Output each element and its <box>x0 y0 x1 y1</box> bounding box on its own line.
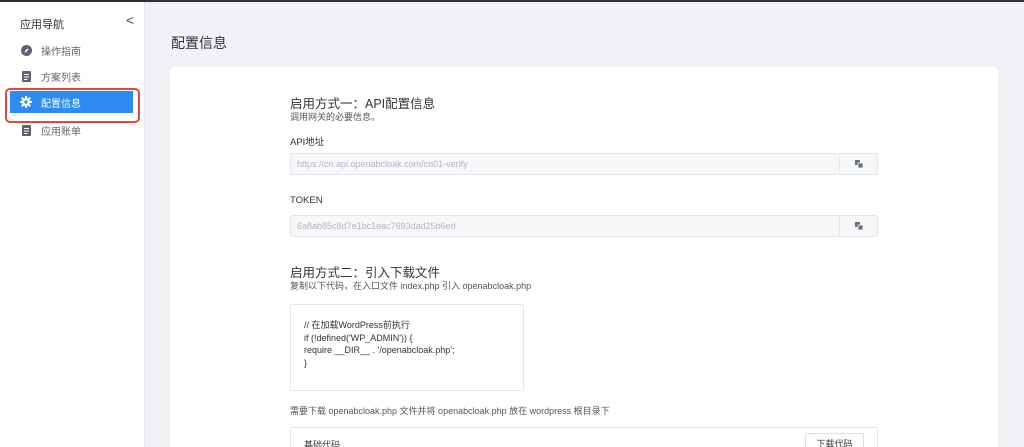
copy-icon <box>854 160 863 168</box>
copy-api-button[interactable] <box>839 154 877 174</box>
sidebar-item-guide[interactable]: 操作指南 <box>10 39 133 61</box>
page-title: 配置信息 <box>171 35 227 51</box>
api-field[interactable]: https://cn.api.openabcloak.com/cn01-veri… <box>290 153 878 175</box>
top-bar <box>0 0 1024 2</box>
document-icon <box>20 70 32 82</box>
sidebar-item-label: 方案列表 <box>41 72 81 84</box>
code-snippet: // 在加载WordPress前执行 if (!defined('WP_ADMI… <box>290 304 524 391</box>
document-icon <box>20 124 32 136</box>
sidebar-item-label: 应用账单 <box>41 126 81 138</box>
download-note: 需要下载 openabcloak.php 文件并将 openabcloak.ph… <box>290 406 610 416</box>
token-label: TOKEN <box>290 195 323 206</box>
sidebar-item-plans[interactable]: 方案列表 <box>10 65 133 87</box>
compass-icon <box>20 44 32 56</box>
code-line: require __DIR__ . '/openabcloak.php'; <box>304 345 455 355</box>
base-code-label: 基础代码 <box>304 440 341 447</box>
config-card: 启用方式一：API配置信息 调用网关的必要信息。 API地址 https://c… <box>170 67 998 447</box>
collapse-sidebar-icon[interactable]: < <box>126 12 134 28</box>
sidebar-item-label: 操作指南 <box>41 46 81 58</box>
sidebar: 应用导航 < 操作指南 方案列表 配置信息 应用账单 <box>0 2 145 447</box>
copy-token-button[interactable] <box>839 216 877 236</box>
copy-icon <box>854 222 863 230</box>
sidebar-heading: 应用导航 <box>20 19 64 31</box>
code-line: } <box>304 357 308 368</box>
token-value: 6a8ab85c8d7e1bc1eac7693dad25b6ed <box>297 221 456 231</box>
api-label: API地址 <box>290 137 325 148</box>
section2-desc: 复制以下代码，在入口文件 index.php 引入 openabcloak.ph… <box>290 281 532 291</box>
code-line: if (!defined('WP_ADMIN')) { <box>304 332 413 343</box>
base-code-panel: 基础代码 下载代码 <box>290 427 878 447</box>
token-field[interactable]: 6a8ab85c8d7e1bc1eac7693dad25b6ed <box>290 215 878 237</box>
section1-desc: 调用网关的必要信息。 <box>290 112 381 122</box>
highlight-box <box>5 88 140 123</box>
code-line: // 在加载WordPress前执行 <box>304 320 410 330</box>
api-value: https://cn.api.openabcloak.com/cn01-veri… <box>297 159 468 169</box>
download-code-button[interactable]: 下载代码 <box>805 433 864 447</box>
